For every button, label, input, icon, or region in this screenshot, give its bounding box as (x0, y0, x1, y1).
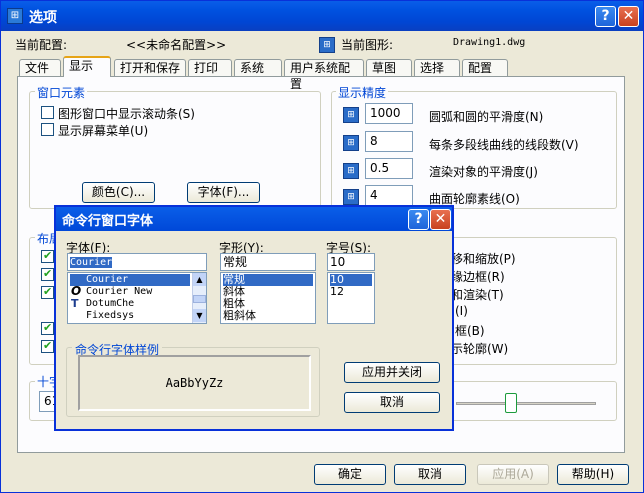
fonts-button[interactable]: 字体(F)... (187, 182, 260, 203)
font-sample-preview: AaBbYyZz (78, 355, 311, 411)
perf-label-1: 移和缩放(P) (451, 252, 516, 266)
window-elements-title: 窗口元素 (35, 84, 88, 101)
help-bottom-button[interactable]: 帮助(H) (557, 464, 629, 485)
polyline-segments-label: 每条多段线曲线的线段数(V) (429, 138, 579, 152)
style-input[interactable]: 常规 (220, 253, 316, 271)
dialog-title-bar[interactable]: 命令行窗口字体 ? ✕ (56, 207, 452, 231)
font-list-item[interactable]: Fixedsys (70, 310, 134, 322)
help-button[interactable]: ? (595, 6, 616, 27)
contour-lines-icon: ⊞ (343, 189, 359, 205)
display-precision-title: 显示精度 (336, 84, 389, 101)
render-smoothness-input[interactable]: 0.5 (365, 158, 413, 179)
dialog-close-button[interactable]: ✕ (430, 209, 451, 230)
font-list[interactable]: Courier Courier New DotumChe Fixedsys O … (67, 272, 207, 324)
drawing-icon: ⊞ (319, 37, 335, 53)
style-list-item[interactable]: 粗斜体 (223, 310, 256, 322)
style-list[interactable]: 常规 斜体 粗体 粗斜体 (220, 272, 316, 324)
current-drawing-value: Drawing1.dwg (453, 37, 526, 48)
title-bar[interactable]: ⊞ 选项 ? ✕ (1, 1, 643, 31)
screen-menu-checkbox[interactable] (41, 123, 54, 136)
font-input[interactable]: Courier (67, 253, 207, 271)
tab-profiles[interactable]: 配置 (462, 59, 508, 76)
scrollbars-label: 图形窗口中显示滚动条(S) (58, 107, 195, 121)
fade-slider-thumb[interactable] (505, 393, 517, 413)
autocad-app-icon: ⊞ (7, 8, 23, 24)
font-list-scrollbar[interactable]: ▲ ▼ (192, 273, 206, 323)
dialog-help-button[interactable]: ? (408, 209, 429, 230)
font-list-item[interactable]: Courier New (70, 286, 152, 298)
close-button[interactable]: ✕ (618, 6, 639, 27)
tab-files[interactable]: 文件 (19, 59, 61, 76)
cancel-button[interactable]: 取消 (394, 464, 466, 485)
scrollbars-checkbox[interactable] (41, 106, 54, 119)
tab-user-preferences[interactable]: 用户系统配置 (284, 59, 364, 91)
fade-slider-track[interactable] (456, 402, 596, 405)
perf-label-2: 缘边框(R) (451, 270, 505, 284)
size-input[interactable]: 10 (327, 253, 375, 271)
layout-checkbox-3[interactable] (41, 285, 54, 299)
window-title: 选项 (29, 10, 57, 26)
layout-checkbox-1[interactable] (41, 249, 54, 263)
size-list-item[interactable]: 12 (330, 286, 344, 298)
opentype-font-icon: O (71, 284, 82, 298)
current-drawing-label: 当前图形: (341, 38, 394, 52)
font-list-item[interactable]: Courier (70, 274, 190, 286)
font-list-item[interactable]: DotumChe (70, 298, 134, 310)
options-window: ⊞ 选项 ? ✕ 当前配置: <<未命名配置>> ⊞ 当前图形: Drawing… (0, 0, 644, 493)
polyline-segments-input[interactable]: 8 (365, 131, 413, 152)
ok-button[interactable]: 确定 (314, 464, 386, 485)
polyline-segments-icon: ⊞ (343, 135, 359, 151)
scroll-thumb[interactable] (193, 295, 206, 303)
colors-button[interactable]: 颜色(C)... (82, 182, 155, 203)
render-smoothness-label: 渲染对象的平滑度(J) (429, 165, 538, 179)
tab-drafting[interactable]: 草图 (366, 59, 412, 76)
perf-label-5: 框(B) (455, 324, 485, 338)
truetype-font-icon: T (71, 297, 79, 310)
scroll-down-icon[interactable]: ▼ (193, 309, 206, 322)
scroll-up-icon[interactable]: ▲ (193, 273, 206, 286)
font-input-value: Courier (70, 257, 113, 268)
perf-label-6: 示轮廓(W) (451, 342, 509, 356)
tab-display[interactable]: 显示 (63, 56, 111, 77)
tab-plot[interactable]: 打印 (188, 59, 232, 76)
tab-system[interactable]: 系统 (234, 59, 282, 76)
dialog-title: 命令行窗口字体 (62, 214, 154, 229)
layout-checkbox-5[interactable] (41, 339, 54, 353)
render-smoothness-icon: ⊞ (343, 163, 359, 179)
arc-smoothness-icon: ⊞ (343, 107, 359, 123)
command-line-font-dialog: 命令行窗口字体 ? ✕ 字体(F): Courier Courier Couri… (54, 205, 454, 431)
dialog-cancel-button[interactable]: 取消 (344, 392, 440, 413)
size-list[interactable]: 10 12 (327, 272, 375, 324)
tab-open-save[interactable]: 打开和保存 (114, 59, 186, 76)
screen-menu-label: 显示屏幕菜单(U) (58, 124, 149, 138)
arc-smoothness-label: 圆弧和圆的平滑度(N) (429, 110, 544, 124)
perf-label-3: 和渲染(T) (451, 288, 504, 302)
contour-lines-input[interactable]: 4 (365, 185, 413, 206)
arc-smoothness-input[interactable]: 1000 (365, 103, 413, 124)
current-profile-label: 当前配置: (15, 38, 68, 52)
layout-checkbox-2[interactable] (41, 267, 54, 281)
layout-checkbox-4[interactable] (41, 321, 54, 335)
perf-label-4: (I) (455, 304, 468, 318)
apply-button[interactable]: 应用(A) (477, 464, 549, 485)
current-profile-value: <<未命名配置>> (126, 38, 227, 52)
apply-and-close-button[interactable]: 应用并关闭 (344, 362, 440, 383)
tab-selection[interactable]: 选择 (414, 59, 460, 76)
